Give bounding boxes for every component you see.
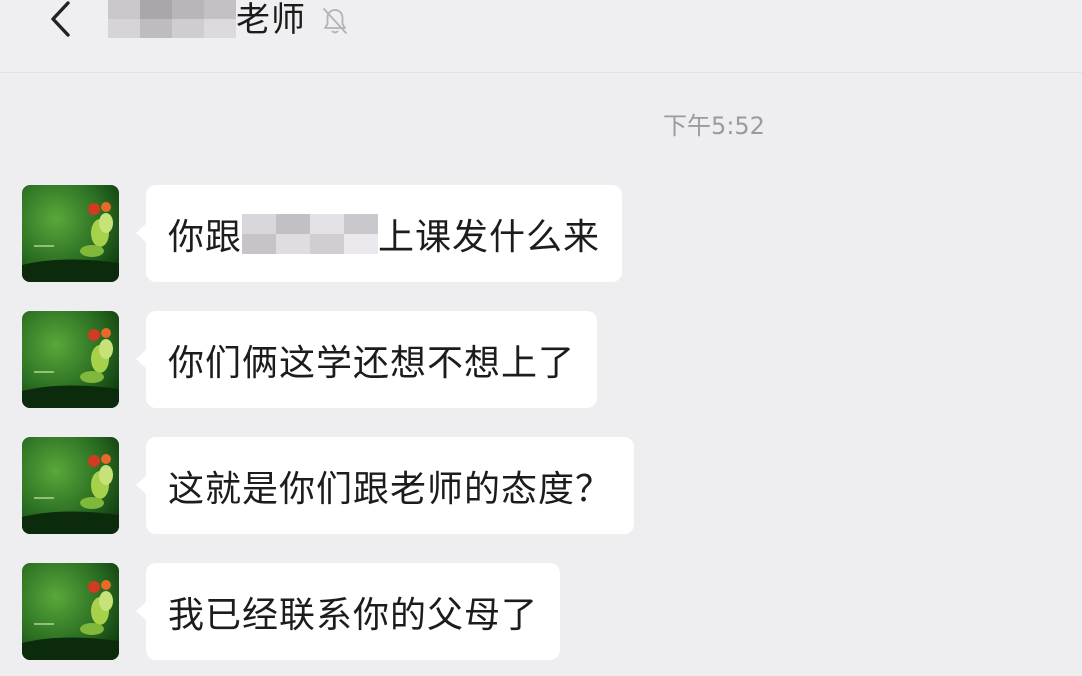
avatar[interactable] (22, 311, 119, 408)
message-text: 这就是你们跟老师的态度？ (168, 468, 613, 510)
chat-screen: 老师 下午5:52 你跟 上课发什么来 你们俩这学还想不想上了 这就是你们跟老师… (0, 0, 1082, 676)
message-bubble[interactable]: 这就是你们跟老师的态度？ (135, 437, 635, 534)
blurred-name (242, 213, 379, 254)
message-timestamp: 下午5:52 (663, 112, 765, 140)
message-text: 你们俩这学还想不想上了 (168, 342, 576, 384)
chat-title-text: 老师 (236, 0, 306, 40)
bell-off-icon (320, 6, 350, 36)
message-text-after: 上课发什么来 (378, 216, 601, 258)
message-text-before: 你跟 (168, 216, 243, 258)
chat-header: 老师 (0, 0, 1082, 73)
message-text: 我已经联系你的父母了 (168, 594, 539, 636)
message-row: 我已经联系你的父母了 (22, 563, 561, 661)
back-button[interactable] (38, 0, 84, 42)
message-bubble[interactable]: 你们俩这学还想不想上了 (135, 311, 598, 408)
chat-title[interactable]: 老师 (108, 0, 350, 40)
message-row: 你们俩这学还想不想上了 (22, 311, 598, 409)
avatar[interactable] (22, 563, 119, 660)
blurred-contact-name (108, 0, 236, 38)
message-row: 你跟 上课发什么来 (22, 185, 623, 283)
chevron-left-icon (48, 0, 74, 42)
avatar[interactable] (22, 437, 119, 534)
message-bubble[interactable]: 我已经联系你的父母了 (135, 563, 561, 660)
message-row: 这就是你们跟老师的态度？ (22, 437, 635, 535)
message-bubble[interactable]: 你跟 上课发什么来 (135, 185, 623, 282)
avatar[interactable] (22, 185, 119, 282)
